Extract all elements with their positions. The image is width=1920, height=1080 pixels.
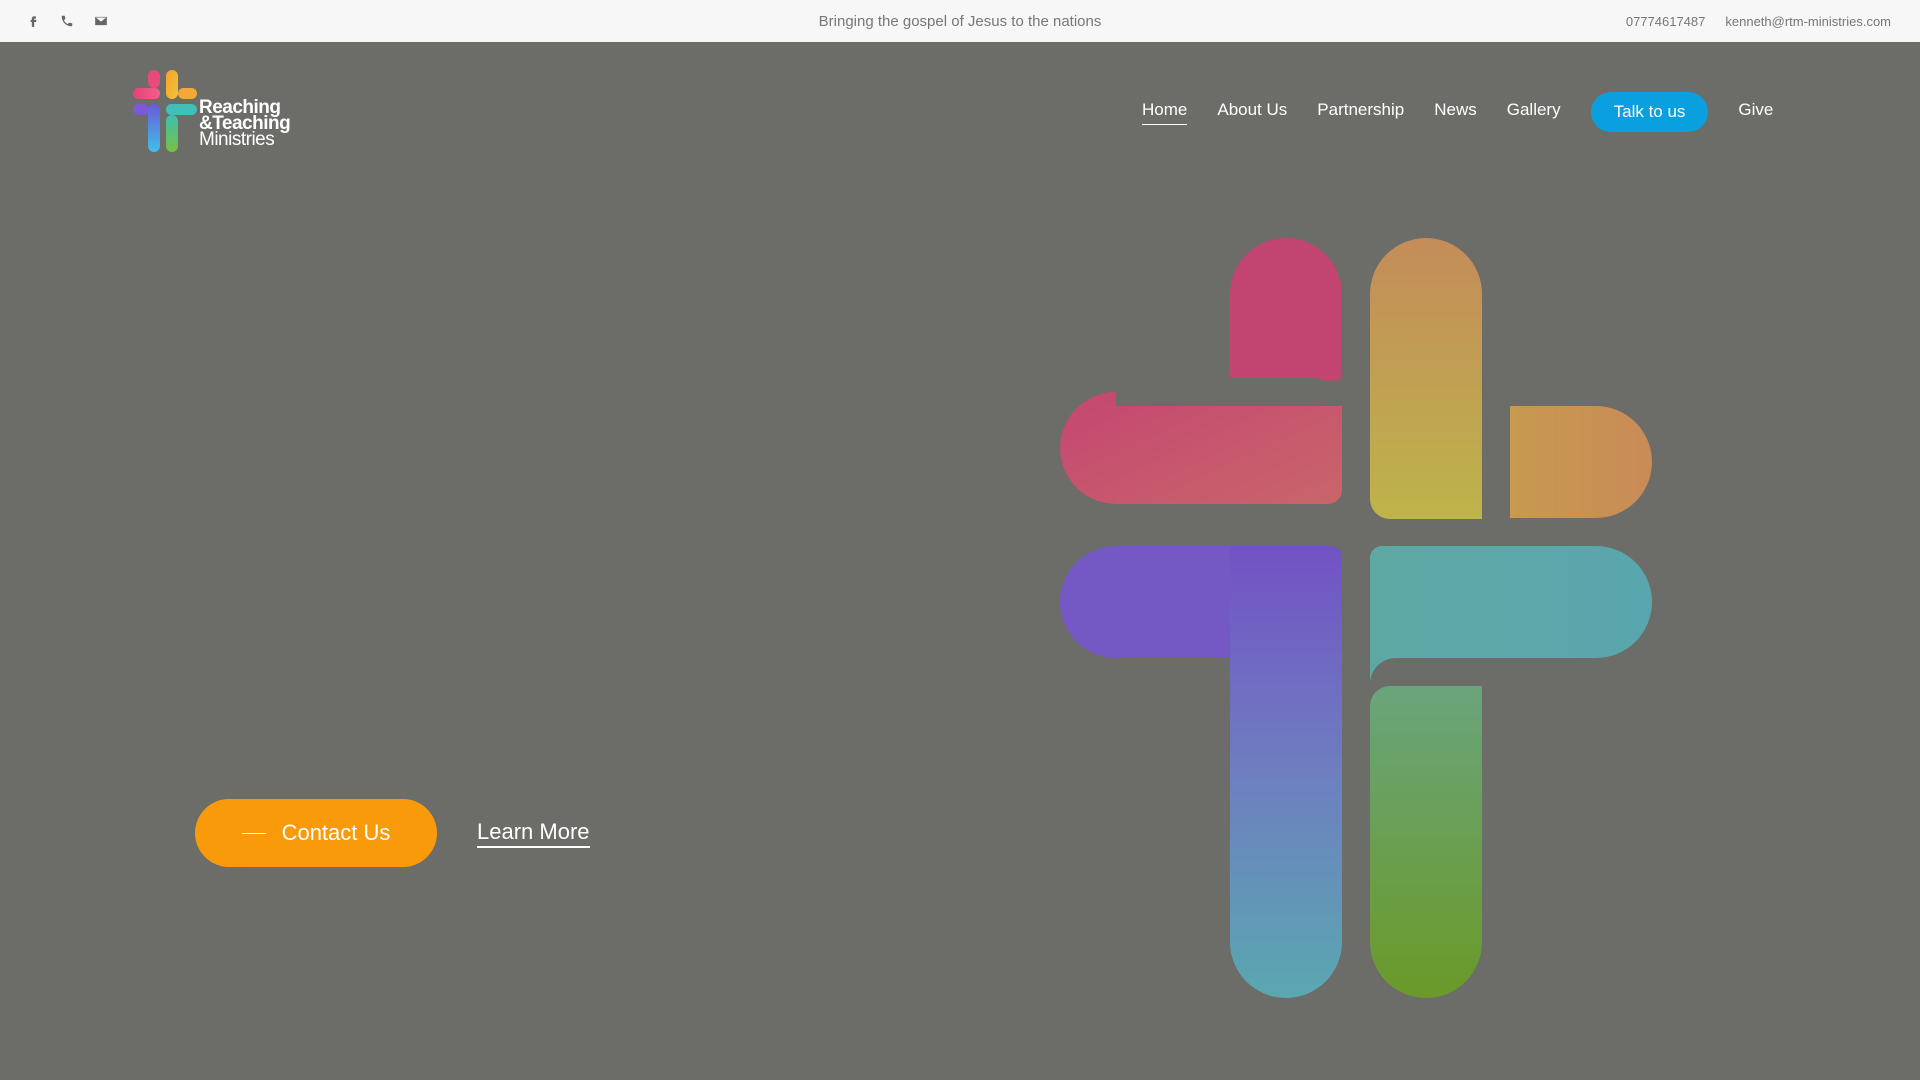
site-logo[interactable]: Reaching &Teaching Ministries — [133, 70, 303, 160]
email-address[interactable]: kenneth@rtm-ministries.com — [1725, 14, 1891, 29]
hero-section: Contact Us Learn More — [0, 182, 1920, 1080]
cross-piece-top-left — [1230, 238, 1342, 382]
cross-piece-top-right — [1370, 238, 1482, 519]
main-nav: Home About Us Partnership News Gallery T… — [1142, 92, 1803, 132]
nav-news[interactable]: News — [1434, 100, 1477, 124]
cross-piece-bottom-right — [1370, 686, 1482, 998]
logo-wordmark: Reaching &Teaching Ministries — [199, 98, 291, 150]
cross-piece-bottom-left — [1230, 546, 1342, 998]
hero-actions: Contact Us Learn More — [195, 799, 590, 867]
cross-piece-left-short — [1060, 546, 1234, 658]
cross-piece-right-lower — [1370, 546, 1652, 684]
cross-logo-icon — [133, 70, 197, 152]
top-bar: Bringing the gospel of Jesus to the nati… — [0, 0, 1920, 42]
cross-piece-right-arm — [1510, 406, 1652, 518]
learn-more-link[interactable]: Learn More — [477, 819, 590, 848]
contact-us-button[interactable]: Contact Us — [195, 799, 437, 867]
nav-partnership[interactable]: Partnership — [1317, 100, 1404, 124]
site-header: Reaching &Teaching Ministries Home About… — [0, 42, 1920, 182]
contact-us-label: Contact Us — [281, 820, 391, 845]
cross-piece-left-arm — [1060, 374, 1342, 504]
talk-to-us-button[interactable]: Talk to us — [1590, 92, 1709, 132]
nav-gallery[interactable]: Gallery — [1507, 100, 1561, 124]
contact-info: 07774617487 kenneth@rtm-ministries.com — [1626, 0, 1891, 42]
dash-icon — [241, 832, 266, 834]
phone-number[interactable]: 07774617487 — [1626, 14, 1706, 29]
nav-give[interactable]: Give — [1738, 100, 1773, 124]
cross-illustration — [1060, 238, 1652, 998]
nav-home[interactable]: Home — [1142, 100, 1188, 125]
logo-line-3: Ministries — [199, 129, 275, 150]
nav-about[interactable]: About Us — [1217, 100, 1287, 124]
